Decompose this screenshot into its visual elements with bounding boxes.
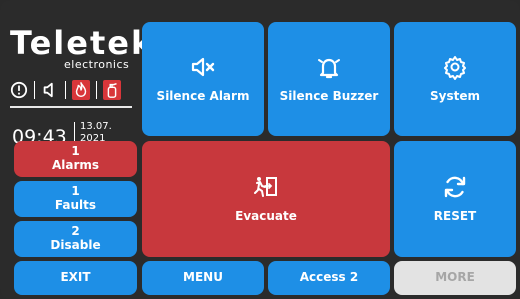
status-underline (10, 106, 132, 108)
disable-button[interactable]: 2 Disable (14, 221, 137, 257)
access-level-button[interactable]: Access 2 (268, 261, 390, 295)
control-panel-screen: Teletek electronics 09:43 13.07. 2021 Si… (0, 0, 520, 299)
silence-alarm-button[interactable]: Silence Alarm (142, 22, 264, 136)
alarms-count: 1 (71, 144, 80, 159)
date-day-month: 13.07. (80, 121, 112, 132)
faults-count: 1 (71, 184, 80, 199)
silence-buzzer-button[interactable]: Silence Buzzer (268, 22, 390, 136)
evacuate-button[interactable]: Evacuate (142, 141, 390, 257)
evacuate-label: Evacuate (235, 209, 297, 224)
speaker-icon (41, 80, 59, 100)
menu-button[interactable]: MENU (142, 261, 264, 295)
brand-subtitle: electronics (64, 58, 130, 71)
silence-alarm-label: Silence Alarm (156, 89, 250, 104)
reset-button[interactable]: RESET (394, 141, 516, 257)
refresh-icon (442, 174, 468, 200)
silence-buzzer-label: Silence Buzzer (279, 89, 379, 104)
brand-logo: Teletek (10, 24, 155, 62)
reset-label: RESET (433, 209, 477, 224)
exit-button[interactable]: EXIT (14, 261, 137, 295)
status-separator (65, 81, 66, 99)
status-separator (96, 81, 97, 99)
menu-label: MENU (183, 270, 223, 285)
gear-icon (442, 54, 468, 81)
faults-label: Faults (54, 198, 97, 212)
evacuation-exit-icon (253, 174, 279, 200)
bell-icon (316, 54, 342, 80)
status-panel: Teletek electronics 09:43 13.07. 2021 (6, 14, 152, 148)
speaker-mute-icon (190, 54, 216, 80)
exit-label: EXIT (60, 270, 91, 285)
extinguisher-icon (103, 80, 121, 100)
system-button[interactable]: System (394, 22, 516, 136)
alert-circle-icon (10, 80, 28, 100)
fire-icon (72, 80, 90, 100)
more-button[interactable]: MORE (394, 261, 516, 295)
alarms-button[interactable]: 1 Alarms (14, 141, 137, 177)
alarms-label: Alarms (51, 158, 100, 172)
access-label: Access 2 (299, 270, 359, 285)
status-icons (10, 80, 121, 100)
system-label: System (430, 89, 480, 104)
status-separator (34, 81, 35, 99)
faults-button[interactable]: 1 Faults (14, 181, 137, 217)
more-label: MORE (435, 270, 475, 285)
disable-count: 2 (71, 224, 80, 239)
disable-label: Disable (50, 238, 101, 252)
